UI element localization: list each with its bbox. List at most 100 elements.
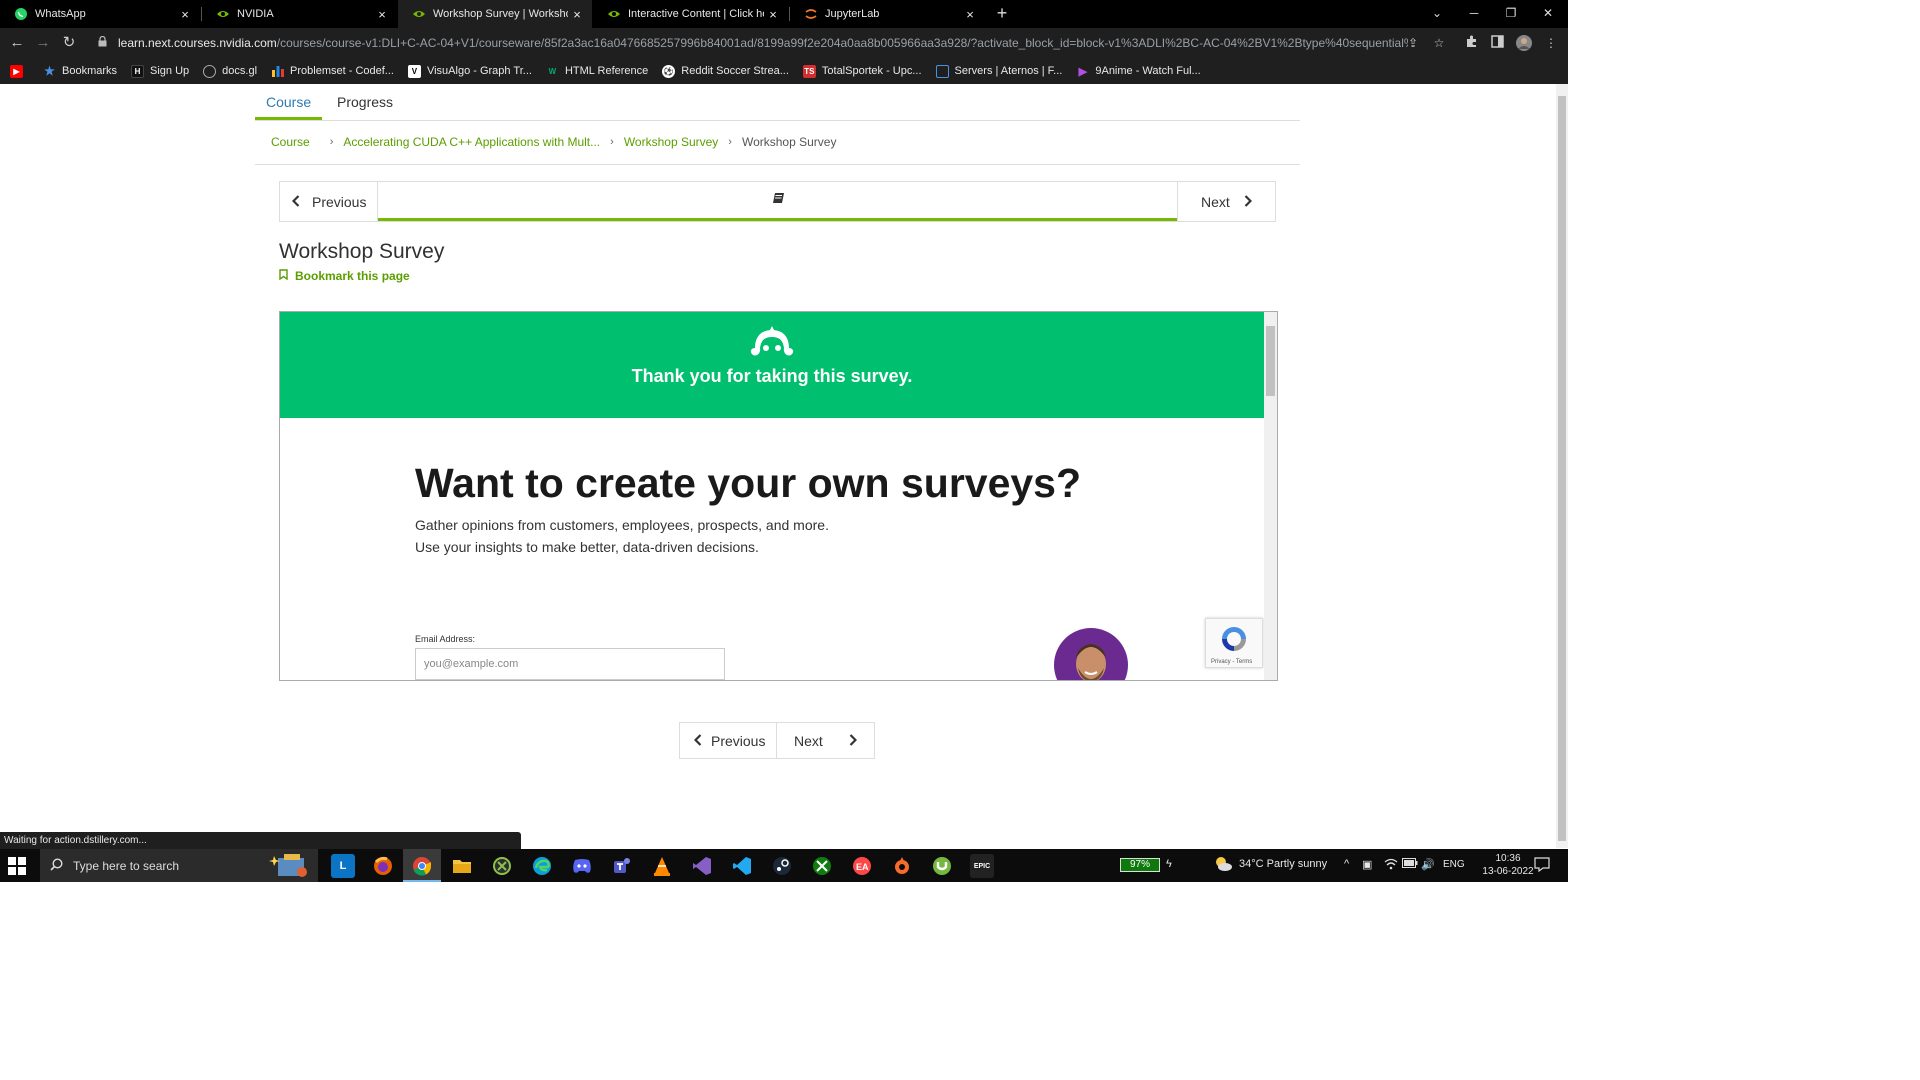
tab-whatsapp[interactable]: WhatsApp × [0, 0, 200, 28]
ea-app-icon[interactable]: EA [850, 854, 874, 878]
tab-close-icon[interactable]: × [568, 7, 586, 22]
page-scrollbar-thumb[interactable] [1558, 96, 1566, 841]
tab-close-icon[interactable]: × [764, 7, 782, 22]
edge-icon[interactable] [530, 854, 554, 878]
bottom-previous-button[interactable]: Previous [680, 723, 777, 758]
email-field[interactable] [415, 648, 725, 680]
bookmark-label: docs.gl [222, 65, 258, 77]
bookmark-label: Sign Up [150, 65, 190, 77]
chevron-left-icon [693, 733, 702, 749]
tab-close-icon[interactable]: × [373, 7, 391, 22]
extensions-icon[interactable] [1463, 35, 1479, 51]
tab-nvidia[interactable]: NVIDIA × [202, 0, 397, 28]
weather-text[interactable]: 34°C Partly sunny [1239, 858, 1327, 870]
visual-studio-icon[interactable] [690, 854, 714, 878]
tab-search-icon[interactable]: ⌄ [1427, 3, 1447, 23]
sequence-previous-button[interactable]: Previous [280, 182, 378, 221]
chevron-up-icon[interactable]: ^ [1344, 858, 1349, 870]
firefox-icon[interactable] [371, 854, 395, 878]
survey-scrollbar-thumb[interactable] [1266, 326, 1275, 396]
sequence-unit-tab[interactable] [378, 182, 1178, 221]
recaptcha-badge[interactable]: Privacy - Terms [1205, 618, 1263, 668]
bookmark-page-button[interactable]: Bookmark this page [279, 269, 410, 283]
bottom-next-button[interactable]: Next [778, 723, 874, 758]
close-window-icon[interactable]: ✕ [1538, 3, 1558, 23]
tab-progress[interactable]: Progress [337, 94, 393, 110]
cta-heading: Want to create your own surveys? [415, 460, 1082, 506]
xbox-app-icon[interactable] [490, 854, 514, 878]
star-icon[interactable]: ☆ [1431, 35, 1447, 51]
file-explorer-icon[interactable] [450, 854, 474, 878]
tab-title: JupyterLab [825, 8, 880, 20]
profile-avatar[interactable] [1516, 35, 1532, 51]
menu-icon[interactable]: ⋮ [1543, 35, 1559, 51]
url-path: /courses/course-v1:DLI+C-AC-04+V1/course… [276, 36, 1408, 50]
breadcrumb-subsection[interactable]: Workshop Survey [624, 135, 718, 149]
sequence-next-label: Next [1201, 193, 1230, 210]
survey-scrollbar[interactable] [1264, 312, 1277, 680]
bookmark-visualgo[interactable]: V VisuAlgo - Graph Tr... [407, 64, 532, 78]
bookmark-reddit-soccer[interactable]: ⚽ Reddit Soccer Strea... [662, 64, 789, 78]
sequence-next-button[interactable]: Next [1177, 182, 1275, 221]
chevron-right-icon: › [728, 136, 732, 148]
tab-workshop-survey[interactable]: Workshop Survey | Workshop Su × [398, 0, 592, 28]
wifi-icon[interactable] [1384, 858, 1398, 873]
breadcrumb-course[interactable]: Course [271, 135, 310, 149]
battery-icon[interactable] [1402, 858, 1418, 871]
utorrent-icon[interactable] [930, 854, 954, 878]
tab-jupyterlab[interactable]: JupyterLab × [790, 0, 985, 28]
tab-title: Workshop Survey | Workshop Su [433, 8, 568, 20]
bookmark-label: HTML Reference [564, 65, 649, 77]
breadcrumb-section[interactable]: Accelerating CUDA C++ Applications with … [343, 135, 600, 149]
address-bar[interactable]: learn.next.courses.nvidia.com/courses/co… [88, 31, 1458, 55]
recaptcha-terms-link[interactable]: Privacy - Terms [1211, 659, 1252, 665]
xbox-icon[interactable] [810, 854, 834, 878]
bookmark-youtube[interactable]: ▶ [10, 64, 29, 78]
meet-now-icon[interactable]: ▣ [1362, 858, 1372, 871]
vlc-icon[interactable] [650, 854, 674, 878]
vscode-icon[interactable] [730, 854, 754, 878]
tab-close-icon[interactable]: × [961, 7, 979, 22]
bookmark-codeforces[interactable]: Problemset - Codef... [271, 65, 394, 78]
aternos-icon [935, 64, 949, 78]
tab-course[interactable]: Course [266, 94, 311, 110]
origin-icon[interactable] [890, 854, 914, 878]
svg-text:EA: EA [856, 862, 869, 872]
taskbar-app-l-icon[interactable]: L [331, 854, 355, 878]
tab-interactive-content[interactable]: Interactive Content | Click here to × [593, 0, 788, 28]
share-icon[interactable]: ⇪ [1405, 35, 1421, 51]
taskbar-search[interactable]: Type here to search [40, 849, 318, 882]
steam-icon[interactable] [770, 854, 794, 878]
breadcrumb-current: Workshop Survey [741, 135, 837, 149]
minimize-icon[interactable]: ─ [1464, 3, 1484, 23]
bookmark-signup[interactable]: H Sign Up [131, 64, 190, 78]
nvidia-icon [216, 7, 230, 21]
reload-icon[interactable]: ↻ [58, 32, 80, 54]
survey-header: Thank you for taking this survey. [280, 312, 1264, 418]
chevron-left-icon [291, 194, 300, 210]
volume-icon[interactable]: 🔊 [1421, 858, 1435, 871]
bookmark-html-reference[interactable]: W HTML Reference [546, 65, 649, 78]
windows-start-icon[interactable] [8, 857, 26, 875]
epic-games-icon[interactable]: EPIC [970, 854, 994, 878]
notifications-icon[interactable] [1534, 856, 1550, 875]
restore-icon[interactable]: ❐ [1501, 3, 1521, 23]
chrome-icon[interactable] [410, 854, 434, 878]
new-tab-button[interactable]: + [992, 3, 1012, 23]
discord-icon[interactable] [570, 854, 594, 878]
teams-icon[interactable] [610, 854, 634, 878]
bookmark-folder[interactable]: ★ Bookmarks [43, 64, 117, 78]
language-indicator[interactable]: ENG [1443, 859, 1465, 870]
taskbar-clock[interactable]: 10:36 13-06-2022 [1478, 852, 1538, 878]
battery-indicator[interactable]: 97% [1120, 858, 1160, 872]
bookmark-docsgl[interactable]: docs.gl [203, 64, 258, 78]
side-panel-icon[interactable] [1489, 35, 1505, 51]
bookmark-9anime[interactable]: ▶ 9Anime - Watch Ful... [1076, 65, 1201, 78]
tab-close-icon[interactable]: × [176, 7, 194, 22]
soccer-icon: ⚽ [662, 64, 676, 78]
bookmark-totalsportek[interactable]: TS TotalSportek - Upc... [802, 64, 922, 78]
bookmark-aternos[interactable]: Servers | Aternos | F... [935, 64, 1062, 78]
back-icon[interactable]: ← [6, 32, 28, 54]
forward-icon[interactable]: → [32, 32, 54, 54]
page-scrollbar[interactable] [1556, 84, 1568, 848]
